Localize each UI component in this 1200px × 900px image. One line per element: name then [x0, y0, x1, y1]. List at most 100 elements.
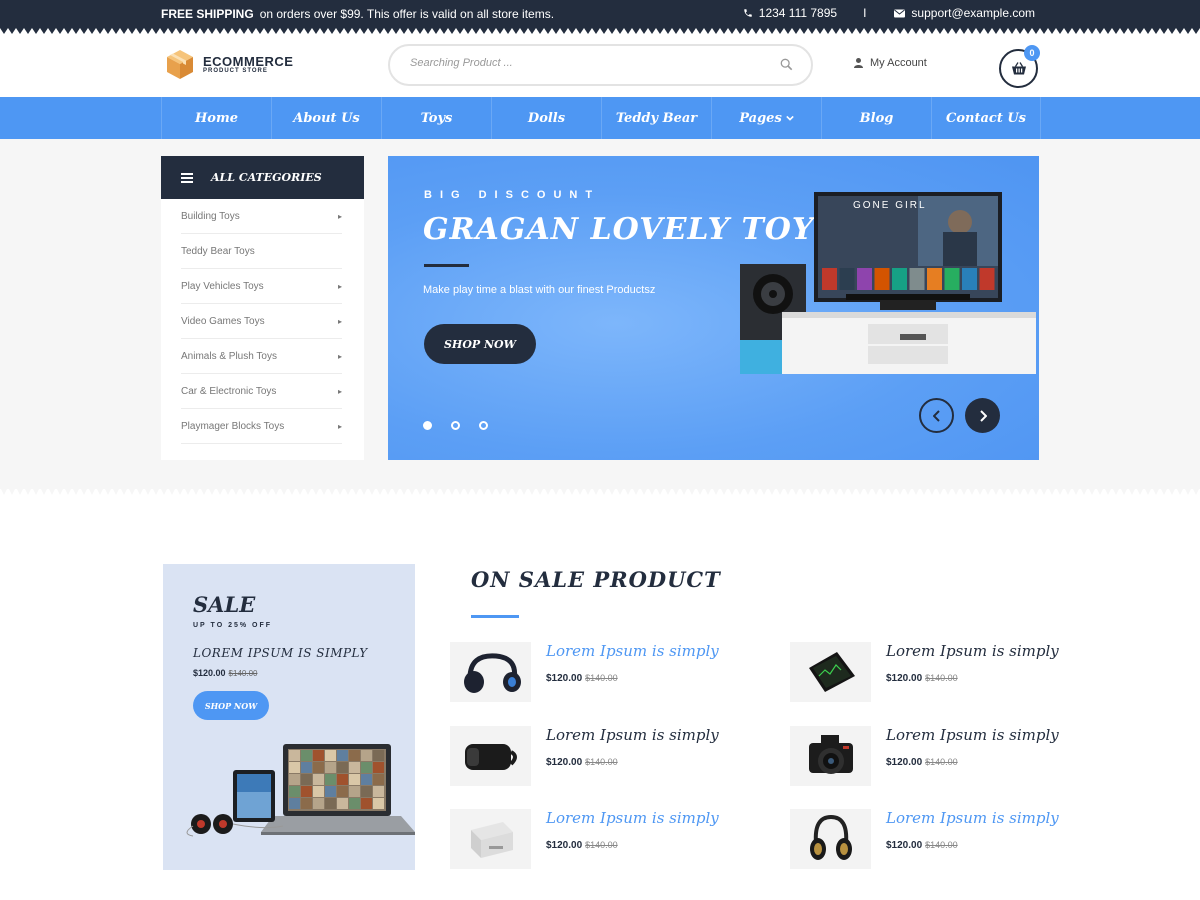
nav-label: About Us [293, 110, 360, 126]
product-thumb[interactable] [450, 726, 531, 786]
category-item[interactable]: Building Toys ▸ [181, 199, 342, 234]
sale-product-name: LOREM IPSUM IS SIMPLY [193, 646, 368, 660]
nav-item-about-us[interactable]: About Us [271, 97, 381, 139]
category-item[interactable]: Teddy Bear Toys [181, 234, 342, 269]
nav-label: Toys [420, 110, 453, 126]
chevron-right-icon [979, 409, 987, 422]
price-current: $120.00 [546, 840, 583, 851]
caret-right-icon: ▸ [337, 421, 342, 431]
category-item[interactable]: Car & Electronic Toys ▸ [181, 374, 342, 409]
slider-dot[interactable] [423, 421, 432, 430]
mail-icon [894, 9, 906, 17]
sale-shop-now-button[interactable]: SHOP NOW [193, 691, 269, 720]
nav-item-blog[interactable]: Blog [821, 97, 931, 139]
phone-icon [744, 9, 752, 17]
slider-dot[interactable] [479, 421, 488, 430]
price-old: $140.00 [585, 757, 618, 767]
product-name[interactable]: Lorem Ipsum is simply [546, 726, 719, 744]
store-logo[interactable]: ECOMMERCE PRODUCT STORE [165, 48, 293, 80]
category-label: Play Vehicles Toys [181, 280, 264, 292]
category-item[interactable]: Video Games Toys ▸ [181, 304, 342, 339]
nav-item-home[interactable]: Home [161, 97, 271, 139]
email-link[interactable]: support@example.com [894, 6, 1035, 20]
vr-headset-icon [464, 744, 517, 770]
price-old: $140.00 [925, 840, 958, 850]
studio-headphones-icon [809, 814, 852, 860]
product-card[interactable]: Lorem Ipsum is simply $120.00 $140.00 [450, 809, 719, 871]
basket-icon [1011, 62, 1026, 75]
category-item[interactable]: Animals & Plush Toys ▸ [181, 339, 342, 374]
nav-item-toys[interactable]: Toys [381, 97, 491, 139]
search-input[interactable] [410, 57, 770, 69]
my-account-link[interactable]: My Account [854, 57, 927, 69]
nav-label: Blog [859, 110, 894, 126]
caret-right-icon: ▸ [337, 316, 342, 326]
product-card[interactable]: Lorem Ipsum is simply $120.00 $140.00 [450, 642, 719, 704]
nav-label: Contact Us [946, 110, 1026, 126]
product-thumb[interactable] [790, 726, 871, 786]
category-item[interactable]: Play Vehicles Toys ▸ [181, 269, 342, 304]
search-icon[interactable] [780, 58, 793, 71]
category-title: ALL CATEGORIES [211, 171, 322, 184]
price-old: $140.00 [925, 673, 958, 683]
category-label: Teddy Bear Toys [181, 245, 255, 257]
cart-button[interactable]: 0 [999, 45, 1040, 88]
nav-item-pages[interactable]: Pages [711, 97, 821, 139]
printer-icon [470, 822, 513, 858]
product-price: $120.00 $140.00 [886, 757, 958, 768]
nav-label: Pages [739, 110, 782, 126]
price-old: $140.00 [228, 669, 258, 678]
category-label: Animals & Plush Toys [181, 350, 277, 362]
nav-label: Dolls [527, 110, 566, 126]
user-icon [854, 58, 863, 68]
camera-icon [808, 735, 853, 774]
zigzag-divider-top [0, 28, 1200, 34]
nav-item-contact-us[interactable]: Contact Us [931, 97, 1041, 139]
slider-underline [424, 264, 469, 267]
contact-info: 1234 111 7895 I support@example.com [743, 6, 1035, 20]
price-current: $120.00 [886, 673, 923, 684]
logo-title: ECOMMERCE [203, 53, 294, 69]
product-name[interactable]: Lorem Ipsum is simply [886, 642, 1059, 660]
product-price: $120.00 $140.00 [886, 673, 958, 684]
product-name[interactable]: Lorem Ipsum is simply [546, 809, 719, 827]
price-current: $120.00 [193, 668, 226, 678]
product-card[interactable]: Lorem Ipsum is simply $120.00 $140.00 [450, 726, 719, 788]
category-header[interactable]: ALL CATEGORIES [161, 156, 364, 199]
product-thumb[interactable] [790, 809, 871, 869]
price-old: $140.00 [585, 840, 618, 850]
headphones-icon [463, 653, 521, 693]
product-thumb[interactable] [450, 809, 531, 869]
chevron-left-icon [932, 409, 940, 422]
phone-link[interactable]: 1234 111 7895 [743, 6, 837, 20]
category-list: Building Toys ▸ Teddy Bear Toys Play Vehi… [161, 199, 364, 444]
shop-now-button[interactable]: SHOP NOW [424, 324, 536, 364]
product-card[interactable]: Lorem Ipsum is simply $120.00 $140.00 [790, 726, 1059, 788]
on-sale-title: ON SALE PRODUCT [471, 567, 721, 592]
product-price: $120.00 $140.00 [546, 673, 618, 684]
product-card[interactable]: Lorem Ipsum is simply $120.00 $140.00 [790, 642, 1059, 704]
top-bar: FREE SHIPPING on orders over $99. This of… [0, 0, 1200, 28]
slider-next-button[interactable] [965, 398, 1000, 433]
product-thumb[interactable] [790, 642, 871, 702]
sale-title: SALE [193, 592, 256, 617]
product-name[interactable]: Lorem Ipsum is simply [886, 809, 1059, 827]
caret-right-icon: ▸ [337, 351, 342, 361]
category-label: Playmager Blocks Toys [181, 420, 285, 432]
nav-item-dolls[interactable]: Dolls [491, 97, 601, 139]
shipping-notice: FREE SHIPPING on orders over $99. This of… [161, 7, 554, 21]
product-name[interactable]: Lorem Ipsum is simply [886, 726, 1059, 744]
product-price: $120.00 $140.00 [886, 840, 958, 851]
tv-speaker-illustration [740, 192, 1036, 374]
nav-item-teddy-bear[interactable]: Teddy Bear [601, 97, 711, 139]
product-price: $120.00 $140.00 [546, 757, 618, 768]
product-card[interactable]: Lorem Ipsum is simply $120.00 $140.00 [790, 809, 1059, 871]
slider-dot[interactable] [451, 421, 460, 430]
slider-subtitle: Make play time a blast with our finest P… [423, 284, 656, 296]
product-name[interactable]: Lorem Ipsum is simply [546, 642, 719, 660]
slider-prev-button[interactable] [919, 398, 954, 433]
category-item[interactable]: Playmager Blocks Toys ▸ [181, 409, 342, 444]
category-sidebar: ALL CATEGORIES Building Toys ▸ Teddy Bear… [161, 156, 364, 460]
account-label: My Account [870, 57, 927, 69]
product-thumb[interactable] [450, 642, 531, 702]
